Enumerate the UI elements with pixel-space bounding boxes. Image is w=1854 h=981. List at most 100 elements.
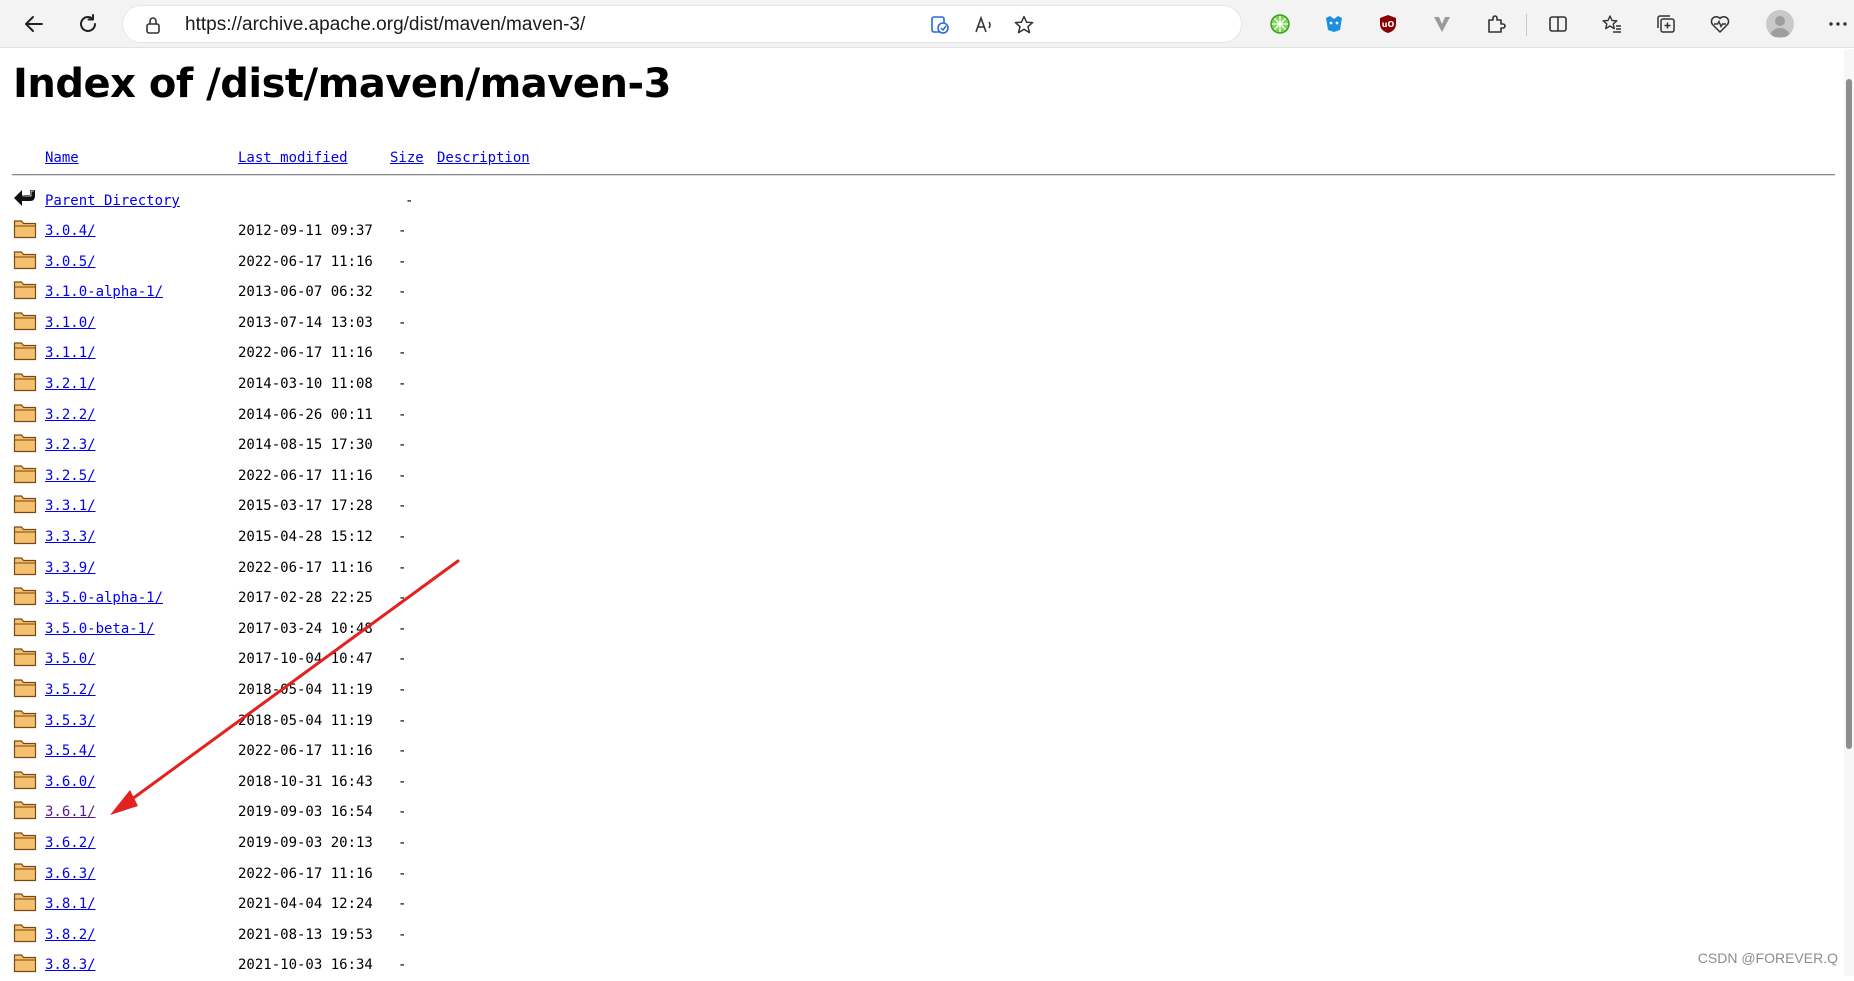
size-value: - (398, 865, 407, 882)
size-value: - (398, 743, 407, 760)
size-value: - (398, 223, 407, 239)
size-value: - (398, 957, 407, 974)
profile-avatar[interactable] (1766, 10, 1794, 38)
column-header-size[interactable]: Size (390, 150, 424, 166)
list-item: 3.2.3/2014-08-15 17:30 - (0, 431, 700, 461)
page-title: Index of /dist/maven/maven-3 (13, 61, 671, 107)
parent-size: - (405, 193, 414, 209)
back-button[interactable] (16, 6, 52, 42)
blank-header-icon (13, 147, 35, 167)
lock-icon[interactable] (143, 15, 163, 35)
list-item: 3.5.0-alpha-1/2017-02-28 22:25 - (0, 584, 700, 614)
more-menu-button[interactable] (1820, 6, 1854, 42)
size-value: - (398, 345, 407, 362)
folder-icon (13, 250, 37, 269)
directory-link[interactable]: 3.1.0-alpha-1/ (45, 284, 163, 300)
directory-link[interactable]: 3.5.0-beta-1/ (45, 621, 155, 637)
browser-essentials-icon (1710, 16, 1730, 33)
directory-link[interactable]: 3.5.4/ (45, 743, 96, 759)
list-item: 3.5.2/2018-05-04 11:19 - (0, 676, 700, 706)
directory-link[interactable]: 3.6.0/ (45, 774, 96, 790)
column-header-last-modified[interactable]: Last modified (238, 150, 348, 166)
directory-link[interactable]: 3.3.9/ (45, 560, 96, 576)
list-item: 3.8.3/2021-10-03 16:34 - (0, 951, 700, 981)
last-modified-value: 2015-03-17 17:28 (238, 498, 373, 515)
list-item: 3.2.5/2022-06-17 11:16 - (0, 462, 700, 492)
size-value: - (398, 804, 407, 821)
last-modified-value: 2017-03-24 10:48 (238, 620, 373, 637)
folder-icon (13, 281, 37, 300)
directory-link[interactable]: 3.8.1/ (45, 896, 96, 912)
size-value: - (398, 467, 407, 484)
directory-link[interactable]: 3.2.2/ (45, 407, 96, 423)
last-modified-value: 2021-04-04 12:24 (238, 896, 373, 913)
read-aloud-icon[interactable] (971, 12, 997, 38)
directory-link[interactable]: 3.6.3/ (45, 866, 96, 882)
last-modified-value: 2022-06-17 11:16 (238, 467, 373, 484)
toolbar-divider (1526, 14, 1527, 36)
directory-link[interactable]: 3.5.2/ (45, 682, 96, 698)
parent-directory-link[interactable]: Parent Directory (45, 193, 180, 209)
directory-link[interactable]: 3.1.0/ (45, 315, 96, 331)
extension-blue-icon (1326, 16, 1342, 32)
directory-link[interactable]: 3.2.3/ (45, 437, 96, 453)
directory-link[interactable]: 3.1.1/ (45, 345, 96, 361)
refresh-button[interactable] (70, 6, 106, 42)
address-bar[interactable]: https://archive.apache.org/dist/maven/ma… (122, 5, 1242, 43)
directory-link[interactable]: 3.5.0/ (45, 651, 96, 667)
list-item: 3.6.3/2022-06-17 11:16 - (0, 860, 700, 890)
directory-link[interactable]: 3.0.4/ (45, 223, 96, 239)
url-text[interactable]: https://archive.apache.org/dist/maven/ma… (185, 14, 585, 36)
directory-link[interactable]: 3.6.2/ (45, 835, 96, 851)
list-item: 3.5.0/2017-10-04 10:47 - (0, 645, 700, 675)
folder-icon (13, 587, 37, 606)
directory-link[interactable]: 3.3.3/ (45, 529, 96, 545)
size-value: - (398, 590, 407, 607)
favorites-button[interactable] (1594, 6, 1630, 42)
directory-link[interactable]: 3.2.1/ (45, 376, 96, 392)
ublock-button[interactable]: uO (1370, 6, 1406, 42)
folder-icon (13, 220, 37, 239)
scrollbar-thumb[interactable] (1846, 79, 1852, 749)
list-item: 3.3.3/2015-04-28 15:12 - (0, 523, 700, 553)
extension-green-button[interactable] (1262, 6, 1298, 42)
split-screen-button[interactable] (1540, 6, 1576, 42)
directory-link[interactable]: 3.0.5/ (45, 254, 96, 270)
extensions-puzzle-icon (1488, 15, 1506, 33)
last-modified-value: 2019-09-03 16:54 (238, 804, 373, 821)
directory-link[interactable]: 3.3.1/ (45, 498, 96, 514)
directory-link[interactable]: 3.8.3/ (45, 957, 96, 973)
folder-icon (13, 618, 37, 636)
collections-icon (1657, 15, 1675, 33)
last-modified-value: 2018-05-04 11:19 (238, 712, 373, 729)
last-modified-value: 2013-06-07 06:32 (238, 284, 373, 301)
folder-icon (13, 740, 37, 759)
directory-link[interactable]: 3.5.3/ (45, 713, 96, 729)
directory-link[interactable]: 3.5.0-alpha-1/ (45, 590, 163, 606)
column-header-name[interactable]: Name (45, 150, 79, 166)
list-item: 3.1.0/2013-07-14 13:03 - (0, 309, 700, 339)
app-available-icon[interactable] (927, 12, 953, 38)
folder-icon (13, 893, 37, 912)
size-value: - (398, 559, 407, 576)
folder-icon (13, 862, 37, 881)
size-value: - (398, 712, 407, 729)
extension-blue-button[interactable] (1316, 6, 1352, 42)
favorite-star-icon[interactable] (1011, 12, 1037, 38)
column-header-description[interactable]: Description (437, 150, 530, 166)
folder-icon (13, 954, 37, 973)
directory-link[interactable]: 3.6.1/ (45, 804, 96, 820)
last-modified-value: 2014-06-26 00:11 (238, 406, 373, 423)
collections-button[interactable] (1648, 6, 1684, 42)
list-item: 3.1.1/2022-06-17 11:16 - (0, 339, 700, 369)
browser-essentials-button[interactable] (1702, 6, 1738, 42)
extensions-button[interactable] (1478, 6, 1514, 42)
size-value: - (398, 498, 407, 515)
folder-icon (13, 373, 37, 392)
list-item: 3.8.1/2021-04-04 12:24 - (0, 890, 700, 920)
directory-link[interactable]: 3.2.5/ (45, 468, 96, 484)
last-modified-value: 2012-09-11 09:37 (238, 223, 373, 239)
vertical-scrollbar[interactable] (1844, 49, 1854, 976)
directory-link[interactable]: 3.8.2/ (45, 927, 96, 943)
extension-v-button[interactable] (1424, 6, 1460, 42)
